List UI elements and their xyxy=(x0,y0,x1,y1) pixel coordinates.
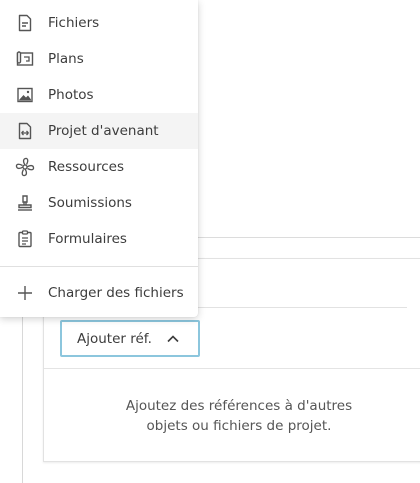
reference-type-menu: Fichiers Plans Photos Projet d'avenant R… xyxy=(0,0,198,317)
plus-icon xyxy=(14,282,36,304)
menu-divider xyxy=(0,266,198,267)
clipboard-icon xyxy=(14,228,36,250)
menu-item-label: Plans xyxy=(48,51,84,67)
menu-item-ressources[interactable]: Ressources xyxy=(0,149,198,185)
menu-item-plans[interactable]: Plans xyxy=(0,41,198,77)
menu-item-label: Soumissions xyxy=(48,195,132,211)
empty-message-line-2: objets ou fichiers de projet. xyxy=(146,418,332,434)
add-reference-button[interactable]: Ajouter réf. xyxy=(60,320,200,357)
menu-item-photos[interactable]: Photos xyxy=(0,77,198,113)
fan-icon xyxy=(14,156,36,178)
menu-item-label: Ressources xyxy=(48,159,124,175)
stamp-icon xyxy=(14,192,36,214)
photo-icon xyxy=(14,84,36,106)
references-body-divider xyxy=(44,368,420,369)
chevron-up-icon xyxy=(166,334,180,343)
add-reference-label: Ajouter réf. xyxy=(77,330,152,347)
menu-item-projet-davenant[interactable]: Projet d'avenant xyxy=(0,113,198,149)
menu-item-formulaires[interactable]: Formulaires xyxy=(0,221,198,257)
menu-item-label: Fichiers xyxy=(48,15,100,31)
references-empty-message: Ajoutez des références à d'autres objets… xyxy=(44,396,420,436)
menu-item-label: Projet d'avenant xyxy=(48,123,159,139)
empty-message-line-1: Ajoutez des références à d'autres xyxy=(125,398,353,414)
menu-item-fichiers[interactable]: Fichiers xyxy=(0,5,198,41)
menu-item-label: Photos xyxy=(48,87,94,103)
menu-item-soumissions[interactable]: Soumissions xyxy=(0,185,198,221)
upload-files-button[interactable]: Charger des fichiers xyxy=(0,275,198,311)
background-panel xyxy=(190,0,420,238)
file-icon xyxy=(14,12,36,34)
upload-files-label: Charger des fichiers xyxy=(48,285,184,301)
change-order-icon xyxy=(14,120,36,142)
menu-item-label: Formulaires xyxy=(48,231,127,247)
plans-icon xyxy=(14,48,36,70)
